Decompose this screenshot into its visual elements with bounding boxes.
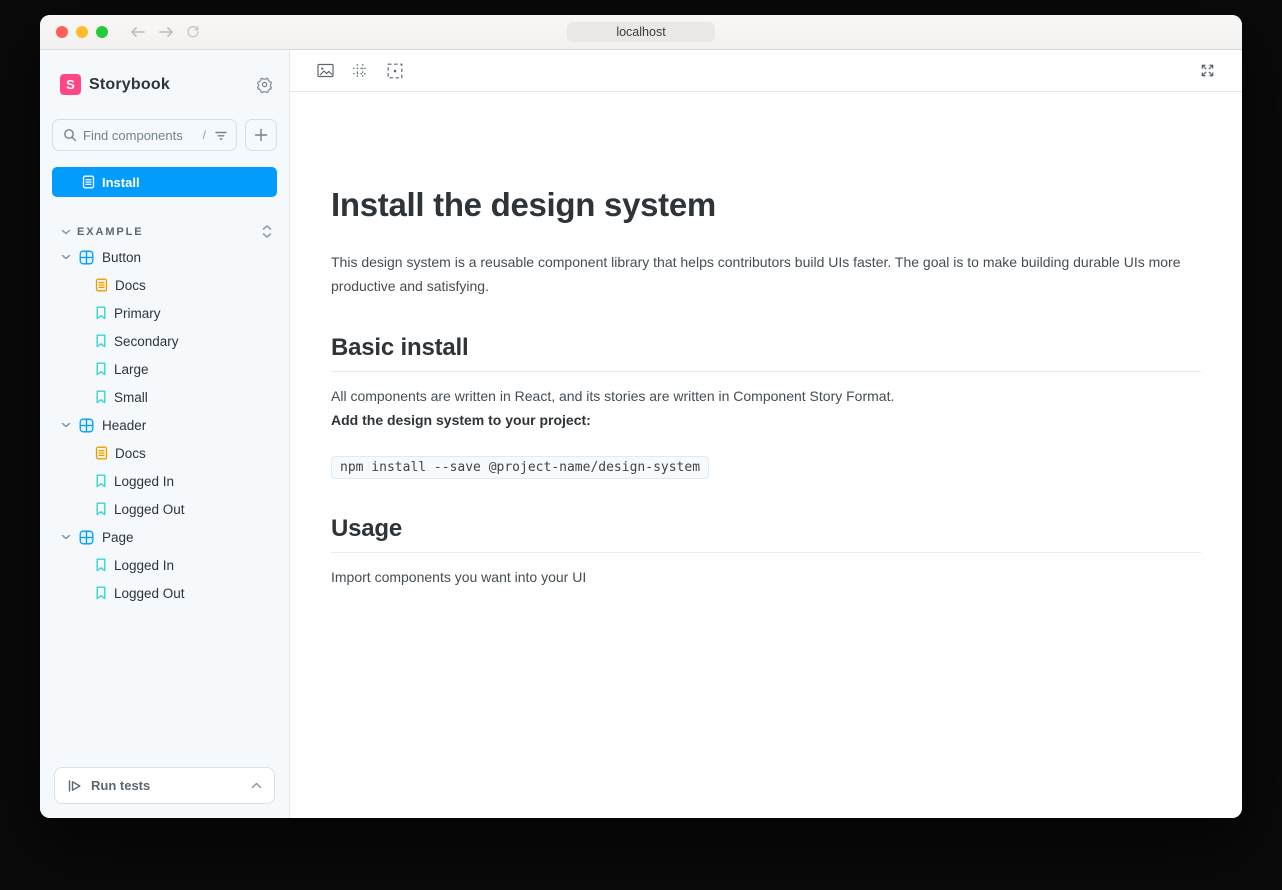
run-tests-play-icon [67, 778, 83, 794]
collapse-expand-all-icon[interactable] [261, 224, 273, 239]
section-paragraph: All components are written in React, and… [331, 388, 895, 404]
tree-item-label: Secondary [114, 333, 179, 349]
section-label: EXAMPLE [77, 225, 144, 238]
bookmark-icon [95, 586, 107, 600]
tree-item-label: Page [102, 529, 134, 545]
tree-item-label: Logged In [114, 557, 175, 573]
gear-icon[interactable] [256, 76, 273, 93]
docs-icon [82, 175, 95, 189]
sidebar-item-large[interactable]: Large [40, 355, 289, 383]
bookmark-icon [95, 334, 107, 348]
search-icon [63, 128, 77, 142]
tree-item-label: Logged Out [114, 501, 185, 517]
tree-item-label: Logged In [114, 473, 175, 489]
tree-item-label: Docs [115, 445, 146, 461]
bookmark-icon [95, 558, 107, 572]
back-icon[interactable] [130, 26, 146, 38]
docs-icon [95, 278, 108, 292]
outline-icon[interactable] [385, 61, 405, 81]
browser-window: localhost S Storybook Find components / … [40, 15, 1242, 818]
component-icon [79, 530, 94, 545]
chevron-down-icon [61, 421, 71, 429]
sidebar-item-button[interactable]: Button [40, 243, 289, 271]
brand-title[interactable]: Storybook [89, 76, 256, 94]
search-input[interactable]: Find components / [52, 119, 237, 151]
sidebar-item-small[interactable]: Small [40, 383, 289, 411]
sidebar-section-example[interactable]: EXAMPLE [40, 224, 275, 239]
chevron-down-icon [61, 533, 71, 541]
close-window-icon[interactable] [56, 26, 68, 38]
chevron-down-icon [61, 253, 71, 261]
bookmark-icon [95, 362, 107, 376]
traffic-lights [56, 26, 108, 38]
bookmark-icon [95, 306, 107, 320]
chevron-down-icon [61, 228, 71, 236]
fullscreen-expand-icon[interactable] [1197, 61, 1217, 81]
search-shortcut-hint: / [202, 128, 206, 142]
bookmark-icon [95, 390, 107, 404]
sidebar-item-logged-out[interactable]: Logged Out [40, 579, 289, 607]
forward-icon[interactable] [158, 26, 174, 38]
sidebar-item-page[interactable]: Page [40, 523, 289, 551]
section-heading-basic-install: Basic install [331, 334, 1201, 372]
sidebar-item-logged-out[interactable]: Logged Out [40, 495, 289, 523]
sidebar-item-secondary[interactable]: Secondary [40, 327, 289, 355]
filter-icon[interactable] [214, 129, 228, 142]
sidebar-item-docs[interactable]: Docs [40, 439, 289, 467]
preview-canvas: Install the design system This design sy… [290, 50, 1242, 818]
sidebar-item-install[interactable]: Install [52, 167, 277, 197]
tree-item-label: Small [114, 389, 148, 405]
tree-item-label: Header [102, 417, 147, 433]
sidebar-item-label: Install [102, 174, 140, 190]
sidebar-item-header[interactable]: Header [40, 411, 289, 439]
sidebar-item-primary[interactable]: Primary [40, 299, 289, 327]
sidebar: S Storybook Find components / Install EX… [40, 50, 290, 818]
url-bar[interactable]: localhost [567, 22, 715, 42]
reload-icon[interactable] [186, 25, 200, 39]
intro-paragraph: This design system is a reusable compone… [331, 254, 1181, 294]
plus-icon [254, 128, 268, 142]
storybook-logo[interactable]: S [60, 74, 81, 95]
sidebar-item-logged-in[interactable]: Logged In [40, 551, 289, 579]
create-story-button[interactable] [245, 119, 277, 151]
tree-item-label: Button [102, 249, 142, 265]
background-image-icon[interactable] [315, 61, 335, 81]
sidebar-item-logged-in[interactable]: Logged In [40, 467, 289, 495]
run-tests-button[interactable]: Run tests [54, 767, 275, 804]
grid-icon[interactable] [350, 61, 370, 81]
install-command-code[interactable]: npm install --save @project-name/design-… [331, 456, 710, 479]
page-title: Install the design system [331, 186, 716, 223]
story-tree: Button Docs Primary Secondary Large Small Head… [40, 243, 289, 607]
tree-item-label: Large [114, 361, 149, 377]
minimize-window-icon[interactable] [76, 26, 88, 38]
bookmark-icon [95, 474, 107, 488]
search-placeholder: Find components [83, 127, 183, 143]
zoom-window-icon[interactable] [96, 26, 108, 38]
section-paragraph: Import components you want into your UI [331, 569, 587, 585]
sidebar-item-docs[interactable]: Docs [40, 271, 289, 299]
bookmark-icon [95, 502, 107, 516]
component-icon [79, 418, 94, 433]
canvas-toolbar [290, 50, 1242, 92]
docs-content: Install the design system This design sy… [290, 92, 1242, 818]
tree-item-label: Docs [115, 277, 146, 293]
tree-item-label: Logged Out [114, 585, 185, 601]
component-icon [79, 250, 94, 265]
chevron-up-icon [251, 782, 262, 789]
run-tests-label: Run tests [91, 778, 151, 793]
section-bold-line: Add the design system to your project: [331, 412, 591, 428]
docs-icon [95, 446, 108, 460]
section-heading-usage: Usage [331, 515, 1201, 553]
tree-item-label: Primary [114, 305, 161, 321]
browser-chrome: localhost [40, 15, 1242, 50]
